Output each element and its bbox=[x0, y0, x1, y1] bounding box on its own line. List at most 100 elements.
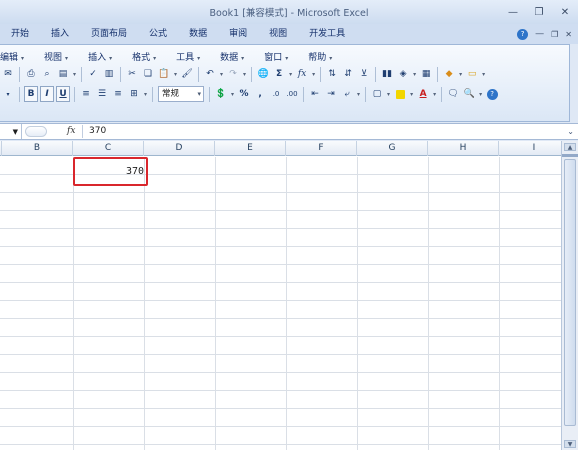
copy-icon[interactable]: ❏ bbox=[141, 66, 155, 82]
column-header-b[interactable]: B bbox=[2, 141, 73, 156]
menu-view[interactable]: 视图 ▾ bbox=[34, 50, 78, 63]
library-icon[interactable]: ▥ bbox=[102, 66, 116, 82]
increase-indent-icon[interactable]: ⇥ bbox=[324, 86, 338, 102]
italic-button[interactable]: I bbox=[40, 86, 54, 102]
zoom-icon[interactable]: 🔍 bbox=[462, 86, 476, 102]
sort-desc-icon[interactable]: ⇵ bbox=[341, 66, 355, 82]
tab-developer[interactable]: 开发工具 bbox=[298, 24, 356, 44]
decrease-indent-icon[interactable]: ⇤ bbox=[308, 86, 322, 102]
formatting-toolbar: ▾ B I U ≡ ☰ ≡ ⊞▾ 常规 💲▾ % , .0 .00 ⇤ ⇥ ⤶▾… bbox=[0, 84, 500, 104]
font-size-dropdown[interactable]: ▾ bbox=[1, 86, 15, 102]
number-format-dropdown[interactable]: 常规 bbox=[158, 86, 205, 102]
worksheet-grid[interactable]: B C D E F G H I bbox=[0, 141, 561, 450]
menu-format[interactable]: 格式 ▾ bbox=[122, 50, 166, 63]
window-title: Book1 [兼容模式] - Microsoft Excel bbox=[209, 8, 369, 19]
scrollbar-thumb[interactable] bbox=[564, 159, 576, 426]
standard-toolbar: ✉ ⎙ ⌕ ▤ ▾ ✓ ▥ ✂ ❏ 📋 ▾ 🖌 ↶ ▾ ↷ ▾ 🌐 Σ ▾ fx ▾ ⇅ ⇵… bbox=[0, 64, 487, 84]
border-icon[interactable]: ▢ bbox=[370, 86, 384, 102]
classic-menu-bar: 编辑 ▾ 视图 ▾ 插入 ▾ 格式 ▾ 工具 ▾ 数据 ▾ 窗口 ▾ 帮助 ▾ bbox=[0, 48, 342, 64]
window-controls: — ❐ ✕ bbox=[500, 0, 578, 24]
insert-function-icon[interactable]: fx bbox=[295, 66, 309, 82]
column-header-c[interactable]: C bbox=[73, 141, 144, 156]
column-header-h[interactable]: H bbox=[428, 141, 499, 156]
formula-bar: ▼ fx 370 ⌄ bbox=[0, 123, 578, 140]
ribbon-restore-icon[interactable]: ❐ bbox=[551, 30, 558, 39]
currency-icon[interactable]: 💲 bbox=[214, 86, 228, 102]
minimize-icon[interactable]: — bbox=[500, 0, 526, 24]
column-header-e[interactable]: E bbox=[215, 141, 286, 156]
ribbon-minimize-icon[interactable]: — bbox=[535, 29, 544, 39]
restore-icon[interactable]: ❐ bbox=[526, 0, 552, 24]
increase-decimal-icon[interactable]: .0 bbox=[269, 86, 283, 102]
insert-function-button[interactable]: fx bbox=[67, 124, 75, 139]
formula-bar-handle[interactable] bbox=[25, 126, 47, 137]
align-left-icon[interactable]: ≡ bbox=[79, 86, 93, 102]
scroll-down-icon[interactable]: ▼ bbox=[564, 440, 576, 448]
column-header-f[interactable]: F bbox=[286, 141, 357, 156]
align-right-icon[interactable]: ≡ bbox=[111, 86, 125, 102]
percent-button[interactable]: % bbox=[237, 86, 251, 102]
table-icon[interactable]: ▦ bbox=[419, 66, 433, 82]
tab-home[interactable]: 开始 bbox=[0, 24, 40, 44]
tabs-right-controls: ? — ❐ ✕ bbox=[517, 24, 572, 44]
menu-window[interactable]: 窗口 ▾ bbox=[254, 50, 298, 63]
align-center-icon[interactable]: ☰ bbox=[95, 86, 109, 102]
print-preview-icon[interactable]: ⌕ bbox=[40, 66, 54, 82]
cut-icon[interactable]: ✂ bbox=[125, 66, 139, 82]
print-icon[interactable]: ⎙ bbox=[24, 66, 38, 82]
menu-data[interactable]: 数据 ▾ bbox=[210, 50, 254, 63]
vertical-scrollbar[interactable]: ▲ ▼ bbox=[561, 141, 578, 450]
menu-help[interactable]: 帮助 ▾ bbox=[298, 50, 342, 63]
menu-tools[interactable]: 工具 ▾ bbox=[166, 50, 210, 63]
sort-asc-icon[interactable]: ⇅ bbox=[325, 66, 339, 82]
fill-color-icon[interactable] bbox=[393, 86, 407, 102]
redo-icon[interactable]: ↷ bbox=[226, 66, 240, 82]
workbook-close-icon[interactable]: ✕ bbox=[565, 30, 572, 39]
tab-view[interactable]: 视图 bbox=[258, 24, 298, 44]
column-headers: B C D E F G H I bbox=[0, 141, 561, 156]
spellcheck-icon[interactable]: ✓ bbox=[86, 66, 100, 82]
style-icon[interactable]: ◆ bbox=[442, 66, 456, 82]
expand-formula-bar-icon[interactable]: ⌄ bbox=[567, 124, 574, 139]
close-icon[interactable]: ✕ bbox=[552, 0, 578, 24]
tab-page-layout[interactable]: 页面布局 bbox=[80, 24, 138, 44]
autosum-icon[interactable]: Σ bbox=[272, 66, 286, 82]
column-header-g[interactable]: G bbox=[357, 141, 428, 156]
decrease-decimal-icon[interactable]: .00 bbox=[285, 86, 299, 102]
cell-c2-value: 370 bbox=[125, 166, 144, 177]
drawing-icon[interactable]: ◈ bbox=[396, 66, 410, 82]
underline-button[interactable]: U bbox=[56, 86, 70, 102]
autofilter-icon[interactable]: ⊻ bbox=[357, 66, 371, 82]
help-small-icon[interactable]: ? bbox=[485, 86, 499, 102]
undo-icon[interactable]: ↶ bbox=[203, 66, 217, 82]
chart-icon[interactable]: ▮▮ bbox=[380, 66, 394, 82]
column-header-i[interactable]: I bbox=[499, 141, 561, 156]
folder-icon[interactable]: ▭ bbox=[465, 66, 479, 82]
comment-icon[interactable]: 🗨 bbox=[446, 86, 460, 102]
menu-insert[interactable]: 插入 ▾ bbox=[78, 50, 122, 63]
merge-center-icon[interactable]: ⊞ bbox=[127, 86, 141, 102]
hyperlink-icon[interactable]: 🌐 bbox=[256, 66, 270, 82]
tab-data[interactable]: 数据 bbox=[178, 24, 218, 44]
comma-button[interactable]: , bbox=[253, 86, 267, 102]
tab-review[interactable]: 审阅 bbox=[218, 24, 258, 44]
research-icon[interactable]: ▤ bbox=[56, 66, 70, 82]
bold-button[interactable]: B bbox=[24, 86, 38, 102]
wrap-icon[interactable]: ⤶ bbox=[340, 86, 354, 102]
menu-edit[interactable]: 编辑 ▾ bbox=[0, 50, 34, 63]
ribbon: 编辑 ▾ 视图 ▾ 插入 ▾ 格式 ▾ 工具 ▾ 数据 ▾ 窗口 ▾ 帮助 ▾ ✉ ⎙ ⌕ ▤ ▾… bbox=[0, 44, 570, 122]
ribbon-tabs: 开始 插入 页面布局 公式 数据 审阅 视图 开发工具 ? — ❐ ✕ bbox=[0, 24, 578, 44]
tab-insert[interactable]: 插入 bbox=[40, 24, 80, 44]
split-handle[interactable] bbox=[562, 154, 578, 157]
formula-input[interactable]: 370 bbox=[89, 124, 106, 139]
tab-formulas[interactable]: 公式 bbox=[138, 24, 178, 44]
paste-icon[interactable]: 📋 bbox=[157, 66, 171, 82]
format-painter-icon[interactable]: 🖌 bbox=[180, 66, 194, 82]
email-icon[interactable]: ✉ bbox=[1, 66, 15, 82]
font-color-icon[interactable]: A bbox=[416, 86, 430, 102]
column-header-d[interactable]: D bbox=[144, 141, 215, 156]
help-icon[interactable]: ? bbox=[517, 28, 529, 40]
scroll-up-icon[interactable]: ▲ bbox=[564, 143, 576, 151]
grid-rows bbox=[0, 157, 561, 450]
name-box-dropdown[interactable]: ▼ bbox=[0, 124, 22, 139]
